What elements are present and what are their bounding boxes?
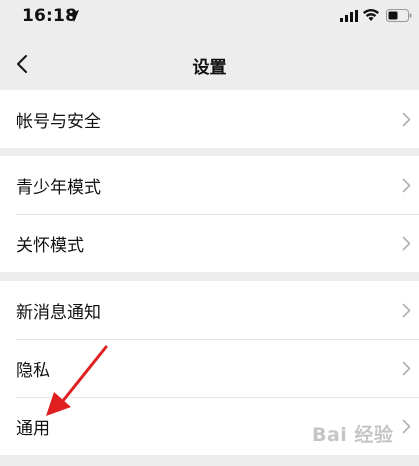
settings-item-account-security[interactable]: 帐号与安全: [0, 90, 419, 148]
settings-item-notifications[interactable]: 新消息通知: [0, 281, 419, 339]
settings-item-privacy[interactable]: 隐私: [0, 339, 419, 397]
chevron-right-icon: [402, 303, 411, 318]
wifi-icon: [363, 9, 379, 21]
battery-icon: [386, 9, 412, 22]
page-title: 设置: [192, 58, 227, 78]
settings-item-label: 通用: [16, 418, 50, 439]
chevron-right-icon: [402, 419, 411, 434]
status-bar: 16:18: [0, 0, 419, 36]
settings-item-label: 新消息通知: [16, 302, 101, 323]
settings-item-label: 隐私: [16, 360, 50, 381]
nav-bar: 设置: [0, 36, 419, 92]
settings-item-label: 关怀模式: [16, 235, 84, 256]
settings-item-label: 青少年模式: [16, 177, 101, 198]
location-arrow-icon: [67, 10, 79, 22]
chevron-right-icon: [402, 236, 411, 251]
settings-group-account: 帐号与安全: [0, 90, 419, 148]
chevron-right-icon: [402, 112, 411, 127]
watermark: Bai 经验: [312, 424, 394, 446]
settings-group-modes: 青少年模式 关怀模式: [0, 156, 419, 272]
settings-item-care-mode[interactable]: 关怀模式: [0, 214, 419, 272]
settings-item-label: 帐号与安全: [16, 111, 101, 132]
signal-icon: [340, 10, 358, 22]
chevron-right-icon: [402, 178, 411, 193]
settings-item-youth-mode[interactable]: 青少年模式: [0, 156, 419, 214]
chevron-right-icon: [402, 361, 411, 376]
